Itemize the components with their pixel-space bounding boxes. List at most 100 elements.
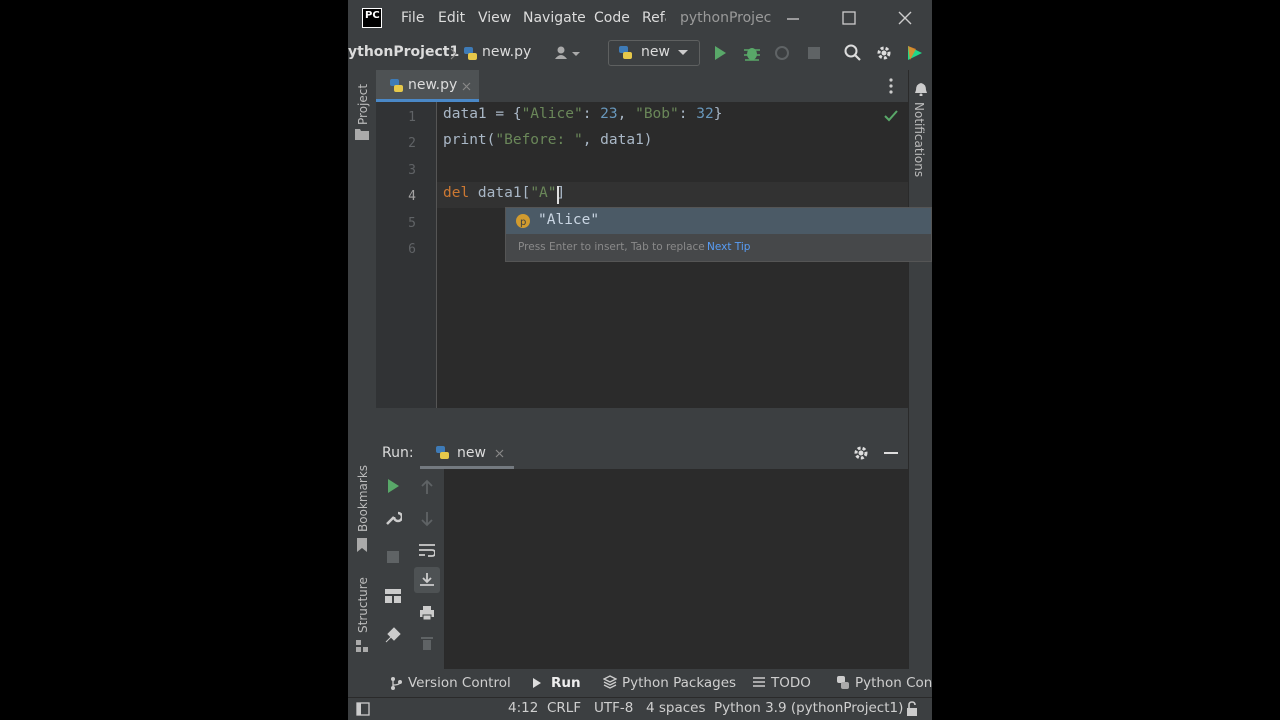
- menu-view[interactable]: View: [478, 10, 511, 26]
- python-run-icon: [436, 446, 449, 459]
- completion-item-label: "Alice": [538, 212, 600, 228]
- tab-version-control[interactable]: Version Control: [408, 675, 511, 691]
- check-icon: [884, 110, 898, 122]
- structure-tool-label[interactable]: Structure: [356, 577, 370, 633]
- toggle-tool-windows-icon[interactable]: [356, 702, 370, 716]
- version-control-icon: [391, 677, 402, 690]
- tab-run[interactable]: Run: [551, 675, 581, 691]
- tool-window-bar: Version Control Run Python Packages TODO…: [348, 669, 932, 697]
- run-settings-gear-icon[interactable]: [852, 444, 870, 462]
- debug-icon[interactable]: [743, 44, 761, 62]
- wrench-icon[interactable]: [384, 509, 402, 527]
- parameter-icon: p: [516, 214, 530, 228]
- tab-new-py[interactable]: new.py: [376, 70, 479, 102]
- editor-gutter: 1 2 3 4 5 6: [376, 102, 437, 408]
- tab-close-icon[interactable]: [462, 82, 471, 91]
- indent-setting[interactable]: 4 spaces: [646, 700, 706, 716]
- scroll-to-end-toggle[interactable]: [414, 567, 440, 593]
- tab-python-console[interactable]: Python Cons: [855, 675, 932, 691]
- completion-item-selected[interactable]: p "Alice": [506, 208, 931, 234]
- line-number: 1: [408, 110, 416, 125]
- folder-icon[interactable]: [355, 128, 369, 140]
- print-icon[interactable]: [419, 605, 435, 621]
- left-tool-strip: Project Bookmarks Structure: [348, 70, 377, 694]
- stop-run-icon[interactable]: [386, 550, 400, 564]
- soft-wrap-icon[interactable]: [419, 543, 435, 557]
- line-number: 3: [408, 163, 416, 178]
- python-console-icon: [837, 676, 849, 689]
- pin-icon[interactable]: [385, 627, 401, 643]
- scroll-to-end-icon: [420, 573, 434, 586]
- text-caret: [557, 186, 559, 204]
- run-icon[interactable]: [712, 45, 728, 61]
- bookmark-icon[interactable]: [356, 538, 368, 552]
- python-file-icon: [390, 79, 403, 92]
- tab-python-packages[interactable]: Python Packages: [622, 675, 736, 691]
- run-tab-close-icon[interactable]: [495, 449, 504, 458]
- more-options-icon[interactable]: [888, 78, 894, 94]
- bell-icon[interactable]: [914, 82, 928, 96]
- layout-icon[interactable]: [385, 589, 401, 603]
- trash-icon[interactable]: [420, 635, 434, 651]
- tab-todo[interactable]: TODO: [771, 675, 811, 691]
- arrow-up-icon[interactable]: [420, 479, 434, 495]
- pycharm-logo: PC: [362, 8, 382, 28]
- user-dropdown-icon[interactable]: [554, 45, 580, 61]
- line-number: 2: [408, 136, 416, 151]
- breadcrumb-file[interactable]: new.py: [482, 44, 531, 60]
- line-number-current: 4: [408, 189, 416, 204]
- line-separator[interactable]: CRLF: [547, 700, 581, 716]
- menu-code[interactable]: Code: [594, 10, 630, 26]
- bookmarks-tool-label[interactable]: Bookmarks: [356, 465, 370, 532]
- search-icon[interactable]: [844, 44, 862, 62]
- menu-edit[interactable]: Edit: [438, 10, 465, 26]
- run-panel-title: Run:: [382, 445, 414, 461]
- editor-tab-bar: new.py: [376, 70, 908, 102]
- panel-divider[interactable]: [376, 408, 908, 437]
- arrow-down-icon[interactable]: [420, 511, 434, 527]
- breadcrumb-project[interactable]: ythonProject1: [348, 44, 459, 60]
- ide-window: PC File Edit View Navigate Code Refa p yt…: [348, 0, 932, 720]
- python-interpreter[interactable]: Python 3.9 (pythonProject1): [714, 700, 903, 716]
- run-config-selector[interactable]: new: [608, 40, 700, 66]
- run-tab-new[interactable]: new: [420, 437, 514, 469]
- menu-refactor[interactable]: Refa: [642, 10, 666, 26]
- maximize-icon[interactable]: [842, 11, 856, 25]
- status-bar: 4:12 CRLF UTF-8 4 spaces Python 3.9 (pyt…: [348, 697, 932, 720]
- python-config-icon: [619, 46, 632, 59]
- run-tab-label: new: [457, 445, 486, 461]
- menu-bar: PC File Edit View Navigate Code Refa pyt…: [348, 0, 932, 36]
- project-tool-label[interactable]: Project: [356, 84, 370, 125]
- lock-icon[interactable]: [905, 701, 919, 717]
- next-tip-link[interactable]: Next Tip: [707, 241, 750, 253]
- packages-icon: [603, 675, 617, 689]
- gear-icon[interactable]: [875, 44, 893, 62]
- completion-popup: p "Alice" Press Enter to insert, Tab to …: [505, 207, 932, 262]
- run-config-label: new: [641, 44, 670, 60]
- file-encoding[interactable]: UTF-8: [594, 700, 633, 716]
- rerun-icon[interactable]: [385, 478, 401, 494]
- minimize-icon[interactable]: [786, 12, 800, 26]
- run-toolbar-primary: [376, 469, 410, 669]
- hide-panel-icon[interactable]: [884, 451, 898, 455]
- run-toolbar-secondary: [410, 469, 445, 669]
- chevron-right-icon: [450, 48, 457, 60]
- code-line-4: del data1["A"]: [443, 185, 566, 201]
- todo-icon: [753, 677, 765, 687]
- code-line-1: data1 = {"Alice": 23, "Bob": 32}: [443, 106, 723, 122]
- caret-position[interactable]: 4:12: [508, 700, 538, 716]
- code-line-2: print("Before: ", data1): [443, 132, 653, 148]
- run-console[interactable]: [376, 469, 908, 669]
- structure-icon[interactable]: [356, 640, 368, 652]
- run-panel-header: Run: new: [376, 437, 908, 469]
- stop-icon[interactable]: [807, 46, 821, 60]
- notifications-tool-label[interactable]: Notifications: [912, 102, 926, 177]
- svg-text:p: p: [520, 217, 526, 228]
- run-tab-icon: [533, 678, 541, 688]
- coverage-icon[interactable]: [773, 45, 791, 61]
- navigation-bar: ythonProject1 new.py new: [348, 36, 932, 71]
- menu-file[interactable]: File: [401, 10, 424, 26]
- menu-navigate[interactable]: Navigate: [523, 10, 586, 26]
- close-icon[interactable]: [898, 11, 912, 25]
- jetbrains-toolbox-icon[interactable]: [906, 44, 924, 62]
